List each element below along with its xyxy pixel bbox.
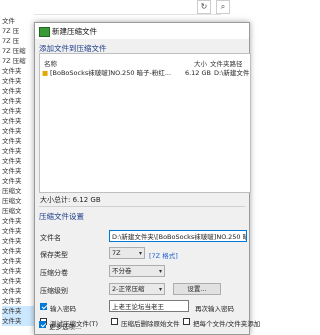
explorer-file-list: 文件 7Z 压 7Z 压 7Z 压缩 7Z 压缩 文件夹 文件夹 文件夹 文件夹 文件夹 文件夹 文件… — [0, 14, 34, 333]
save-type-label: 保存类型 — [40, 251, 68, 259]
explorer-row[interactable]: 文件夹 — [2, 76, 34, 86]
explorer-row[interactable]: 文件夹 — [2, 96, 34, 106]
explorer-row[interactable]: 压缩文 — [2, 186, 34, 196]
explorer-row[interactable]: 文件夹 — [2, 286, 34, 296]
filename-label: 文件名 — [40, 234, 61, 242]
explorer-row[interactable]: 文件夹 — [2, 146, 34, 156]
search-icon[interactable]: ⌕ — [216, 0, 230, 14]
chevron-down-icon: ▾ — [158, 286, 162, 293]
explorer-row[interactable]: 文件夹 — [2, 276, 34, 286]
archive-app-icon — [39, 27, 50, 37]
chevron-down-icon: ▾ — [158, 268, 162, 275]
folder-icon: ■ — [42, 69, 49, 77]
dialog-title: 新建压缩文件 — [52, 27, 97, 36]
explorer-row[interactable]: 文件夹 — [2, 316, 34, 326]
file-list[interactable]: 名称 大小 文件夹路径 ■ [BoBoSocks袜啵啵]NO.250 暗子-粉红… — [39, 53, 251, 193]
7z-format-link[interactable]: [7Z 格式] — [149, 250, 178, 260]
refresh-icon[interactable]: ↻ — [197, 0, 211, 14]
new-archive-dialog: 新建压缩文件 添加文件到压缩文件 名称 大小 文件夹路径 ■ [BoBoSock… — [34, 22, 260, 335]
explorer-row[interactable]: 文件夹 — [2, 166, 34, 176]
total-size: 大小总计: 6.12 GB — [40, 196, 101, 204]
delete-source-label: 压缩后删除原始文件 — [121, 320, 180, 328]
column-header-size[interactable]: 大小 — [194, 58, 207, 68]
column-header-path[interactable]: 文件夹路径 — [210, 58, 243, 68]
divider — [39, 206, 245, 207]
separate-archive-label: 把每个文件/文件夹添加 — [193, 320, 261, 328]
password-input[interactable]: 上老王论坛当老王 — [109, 300, 189, 312]
password-checkbox[interactable] — [40, 303, 47, 310]
save-type-select[interactable]: 7Z ▾ — [109, 247, 145, 259]
explorer-row[interactable]: 文件夹 — [2, 126, 34, 136]
explorer-row[interactable]: 7Z 压 — [2, 36, 34, 46]
file-size: 6.12 GB — [184, 69, 211, 77]
explorer-row[interactable]: 7Z 压缩 — [2, 46, 34, 56]
split-value: 不分卷 — [112, 267, 132, 275]
level-value: 2-正常压缩 — [112, 285, 145, 293]
explorer-row[interactable]: 文件夹 — [2, 136, 34, 146]
file-name: [BoBoSocks袜啵啵]NO.250 暗子-粉红... — [50, 69, 172, 77]
explorer-row[interactable]: 文件夹 — [2, 116, 34, 126]
explorer-row[interactable]: 文件 — [2, 16, 34, 26]
save-type-value: 7Z — [112, 249, 121, 257]
explorer-row[interactable]: 文件夹 — [2, 246, 34, 256]
file-row[interactable]: ■ [BoBoSocks袜啵啵]NO.250 暗子-粉红... 6.12 GB … — [41, 68, 249, 78]
chevron-down-icon: ▾ — [138, 250, 142, 257]
split-select[interactable]: 不分卷 ▾ — [109, 265, 165, 277]
explorer-row[interactable]: 压缩文 — [2, 206, 34, 216]
explorer-row[interactable]: 文件夹 — [2, 106, 34, 116]
level-label: 压缩级别 — [40, 287, 68, 295]
explorer-row[interactable]: 文件夹 — [2, 66, 34, 76]
delete-source-checkbox[interactable] — [111, 318, 118, 325]
level-select[interactable]: 2-正常压缩 ▾ — [109, 283, 165, 295]
password-checkbox-label: 输入密码 — [50, 305, 76, 313]
more-options-checkbox[interactable] — [39, 321, 46, 328]
confirm-password-label: 再次输入密码 — [195, 305, 234, 313]
explorer-row[interactable]: 文件夹 — [2, 216, 34, 226]
dialog-titlebar: 新建压缩文件 — [35, 23, 249, 39]
file-path: D:\新建文件夹\[Bo — [214, 69, 249, 77]
more-options-label[interactable]: 更多选项... — [49, 321, 81, 331]
explorer-toolbar: ↻ ⌕ — [0, 0, 248, 15]
archive-settings-title: 压缩文件设置 — [39, 212, 84, 221]
explorer-row[interactable]: 文件夹 — [2, 236, 34, 246]
split-label: 压缩分卷 — [40, 269, 68, 277]
explorer-row[interactable]: 7Z 压 — [2, 26, 34, 36]
explorer-row[interactable]: 文件夹 — [2, 266, 34, 276]
explorer-row[interactable]: 7Z 压缩 — [2, 56, 34, 66]
filename-input[interactable]: D:\新建文件夹\[BoBoSocks袜啵啵]NO.250 暗子-粉 — [109, 230, 247, 242]
explorer-row[interactable]: 文件夹 — [2, 296, 34, 306]
explorer-row[interactable]: 文件夹 — [2, 176, 34, 186]
explorer-row[interactable]: 文件夹 — [2, 86, 34, 96]
explorer-row[interactable]: 文件夹 — [2, 256, 34, 266]
explorer-row[interactable]: 文件夹 — [2, 156, 34, 166]
explorer-row[interactable]: 压缩文 — [2, 196, 34, 206]
explorer-row[interactable]: 文件夹 — [2, 226, 34, 236]
column-header-name[interactable]: 名称 — [44, 58, 57, 68]
separate-archive-checkbox[interactable] — [183, 318, 190, 325]
settings-button[interactable]: 设置... — [173, 283, 221, 295]
explorer-row[interactable]: 文件夹 — [2, 306, 34, 316]
